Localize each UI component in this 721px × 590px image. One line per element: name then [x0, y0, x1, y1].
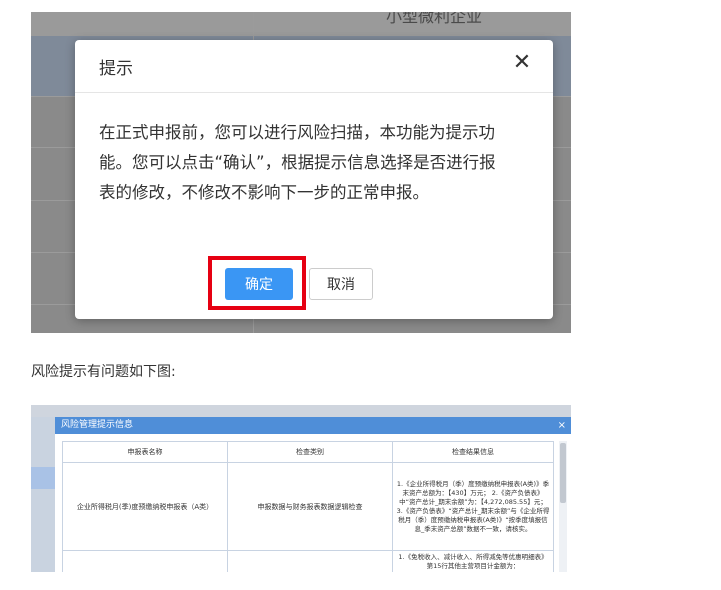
screenshot-risk-scan-prompt: 小型微利企业 提示 ✕ 在正式申报前，您可以进行风险扫描，本功能为提示功能。您可…: [31, 12, 571, 333]
prompt-dialog: 提示 ✕ 在正式申报前，您可以进行风险扫描，本功能为提示功能。您可以点击“确认”…: [75, 40, 553, 319]
background-selected-cell: [31, 467, 55, 489]
background-left-column: [31, 417, 55, 572]
table-cell-name: 企业所得税月(季)度预缴纳税申报表（A类）: [62, 462, 228, 551]
risk-info-window: 风险管理提示信息 × 申报表名称 检查类别 检查结果信息 企业所得税月(季)度预…: [55, 417, 571, 572]
table-cell-result: 1.《企业所得税月（季）度预缴纳税申报表(A类)》季末资产总额为：【430】万元…: [392, 462, 554, 551]
close-icon[interactable]: ×: [558, 417, 566, 434]
caption-text: 风险提示有问题如下图:: [31, 364, 176, 380]
column-header: 检查类别: [227, 441, 393, 463]
column-header: 申报表名称: [62, 441, 228, 463]
dialog-title: 提示: [99, 59, 133, 79]
table-cell-name: [62, 550, 228, 572]
table-row: 1.《免税收入、减计收入、所得减免等优惠明细表》第15行其他主营项目计金额为：: [62, 550, 554, 572]
table-header-row: 申报表名称 检查类别 检查结果信息: [62, 441, 554, 463]
background-header-strip: [31, 405, 571, 417]
confirm-button[interactable]: 确定: [225, 268, 293, 300]
vertical-scrollbar[interactable]: [559, 441, 567, 572]
background-partial-text: 小型微利企业: [386, 12, 483, 26]
table-cell-result: 1.《免税收入、减计收入、所得减免等优惠明细表》第15行其他主营项目计金额为：: [392, 550, 554, 572]
dialog-message: 在正式申报前，您可以进行风险扫描，本功能为提示功能。您可以点击“确认”，根据提示…: [99, 123, 496, 202]
risk-table: 申报表名称 检查类别 检查结果信息 企业所得税月(季)度预缴纳税申报表（A类） …: [62, 441, 554, 572]
table-row: 企业所得税月(季)度预缴纳税申报表（A类） 申报数据与财务报表数据逻辑检查 1.…: [62, 462, 554, 551]
dialog-header: 提示 ✕: [75, 40, 553, 93]
column-header: 检查结果信息: [392, 441, 554, 463]
close-icon[interactable]: ✕: [511, 52, 533, 74]
background-header-row: [31, 12, 571, 36]
window-title: 风险管理提示信息: [61, 420, 134, 430]
table-cell-category: 申报数据与财务报表数据逻辑检查: [227, 462, 393, 551]
table-cell-category: [227, 550, 393, 572]
window-titlebar: 风险管理提示信息 ×: [55, 417, 571, 434]
cancel-button[interactable]: 取消: [309, 268, 373, 300]
scrollbar-thumb[interactable]: [560, 443, 566, 503]
screenshot-risk-info: 风险管理提示信息 × 申报表名称 检查类别 检查结果信息 企业所得税月(季)度预…: [31, 405, 571, 572]
